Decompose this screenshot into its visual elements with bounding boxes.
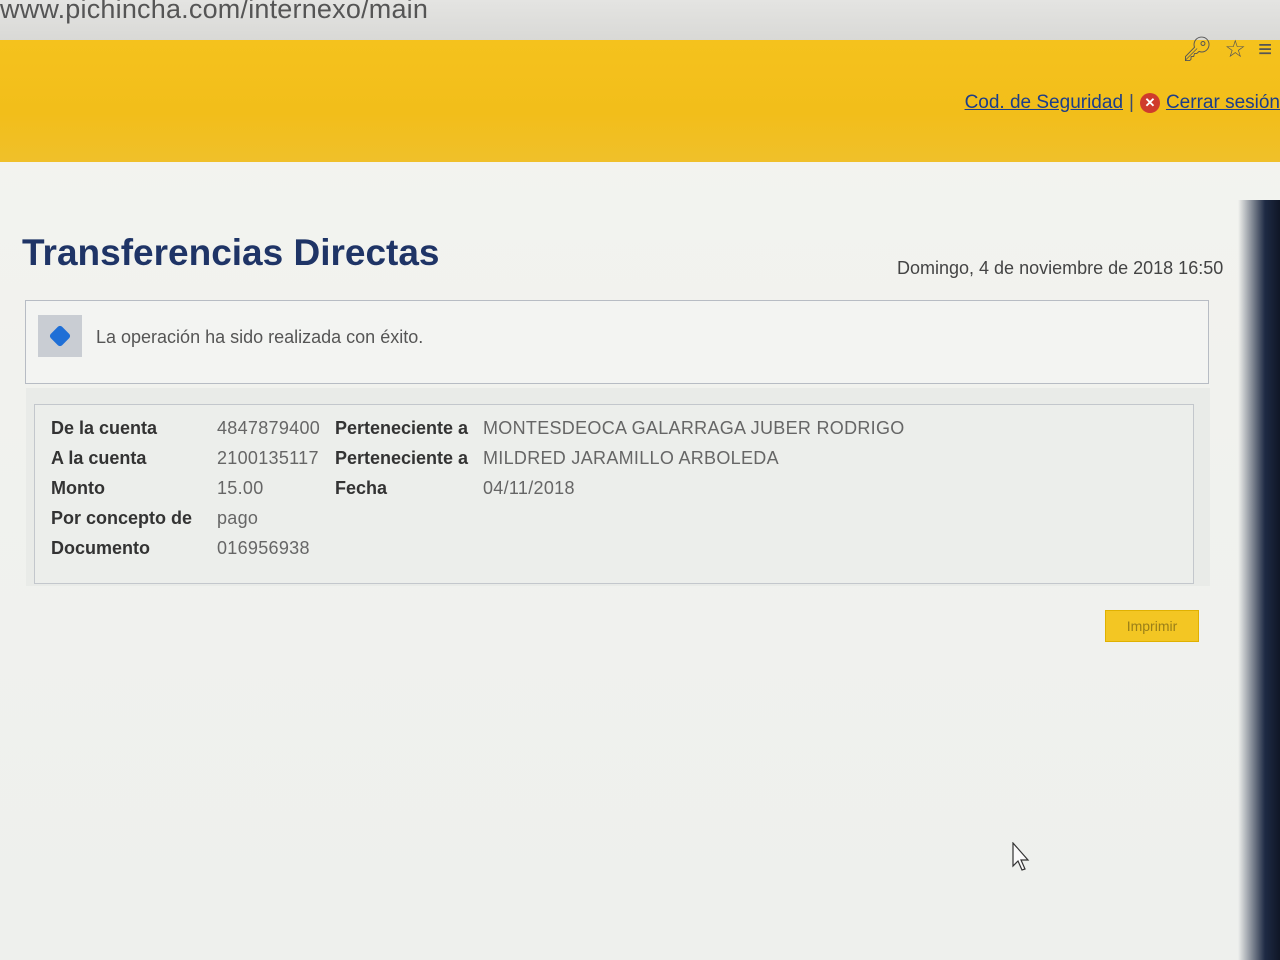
success-message-text: La operación ha sido realizada con éxito…	[96, 327, 424, 347]
transfer-details-panel: De la cuenta 4847879400 Perteneciente a …	[26, 388, 1210, 586]
from-account-value: 4847879400	[217, 417, 321, 438]
page-title: Transferencias Directas	[22, 232, 440, 273]
transfer-details-inner: De la cuenta 4847879400 Perteneciente a …	[34, 404, 1194, 584]
concept-value: pago	[217, 507, 259, 528]
concept-label: Por concepto de	[51, 507, 193, 528]
browser-address-bar[interactable]: www.pichincha.com/internexo/main	[0, 0, 1280, 41]
menu-icon[interactable]: ≡	[1258, 38, 1272, 62]
date-value: 04/11/2018	[483, 477, 575, 498]
from-owner-label: Perteneciente a	[335, 417, 469, 438]
logout-link[interactable]: Cerrar sesión	[1166, 92, 1280, 114]
screen: www.pichincha.com/internexo/main 🔑︎ ☆ ≡ …	[0, 0, 1280, 960]
print-button[interactable]: Imprimir	[1105, 610, 1199, 642]
amount-value: 15.00	[217, 477, 264, 498]
transfer-details-table: De la cuenta 4847879400 Perteneciente a …	[51, 413, 911, 563]
to-owner-label: Perteneciente a	[335, 447, 469, 468]
to-owner-value: MILDRED JARAMILLO ARBOLEDA	[483, 447, 779, 468]
table-row: Monto 15.00 Fecha 04/11/2018	[51, 473, 911, 503]
datetime: Domingo, 4 de noviembre de 2018 16:50	[897, 258, 1224, 278]
table-row: A la cuenta 2100135117 Perteneciente a M…	[51, 443, 911, 473]
from-owner-value: MONTESDEOCA GALARRAGA JUBER RODRIGO	[483, 417, 905, 438]
to-account-label: A la cuenta	[51, 447, 147, 468]
date-label: Fecha	[335, 477, 388, 498]
document-label: Documento	[51, 537, 150, 558]
info-icon-container	[38, 315, 82, 357]
link-separator: |	[1129, 92, 1134, 113]
info-icon	[48, 324, 72, 348]
browser-toolbar-icons: 🔑︎ ☆ ≡	[1182, 38, 1272, 62]
close-icon[interactable]: ✕	[1139, 93, 1160, 113]
header-links: Cod. de Seguridad | ✕ Cerrar sesión	[965, 92, 1280, 114]
document-value: 016956938	[217, 537, 310, 558]
table-row: De la cuenta 4847879400 Perteneciente a …	[51, 413, 911, 443]
table-row: Por concepto de pago	[51, 503, 911, 533]
star-icon[interactable]: ☆	[1224, 38, 1246, 62]
screen-bezel	[1220, 200, 1280, 960]
security-code-link[interactable]: Cod. de Seguridad	[965, 92, 1123, 114]
table-row: Documento 016956938	[51, 533, 911, 563]
key-icon[interactable]: 🔑︎	[1182, 38, 1212, 62]
from-account-label: De la cuenta	[51, 417, 158, 438]
amount-label: Monto	[51, 477, 105, 498]
success-message-box: La operación ha sido realizada con éxito…	[25, 300, 1209, 384]
url-text[interactable]: www.pichincha.com/internexo/main	[0, 0, 428, 25]
to-account-value: 2100135117	[217, 447, 319, 468]
